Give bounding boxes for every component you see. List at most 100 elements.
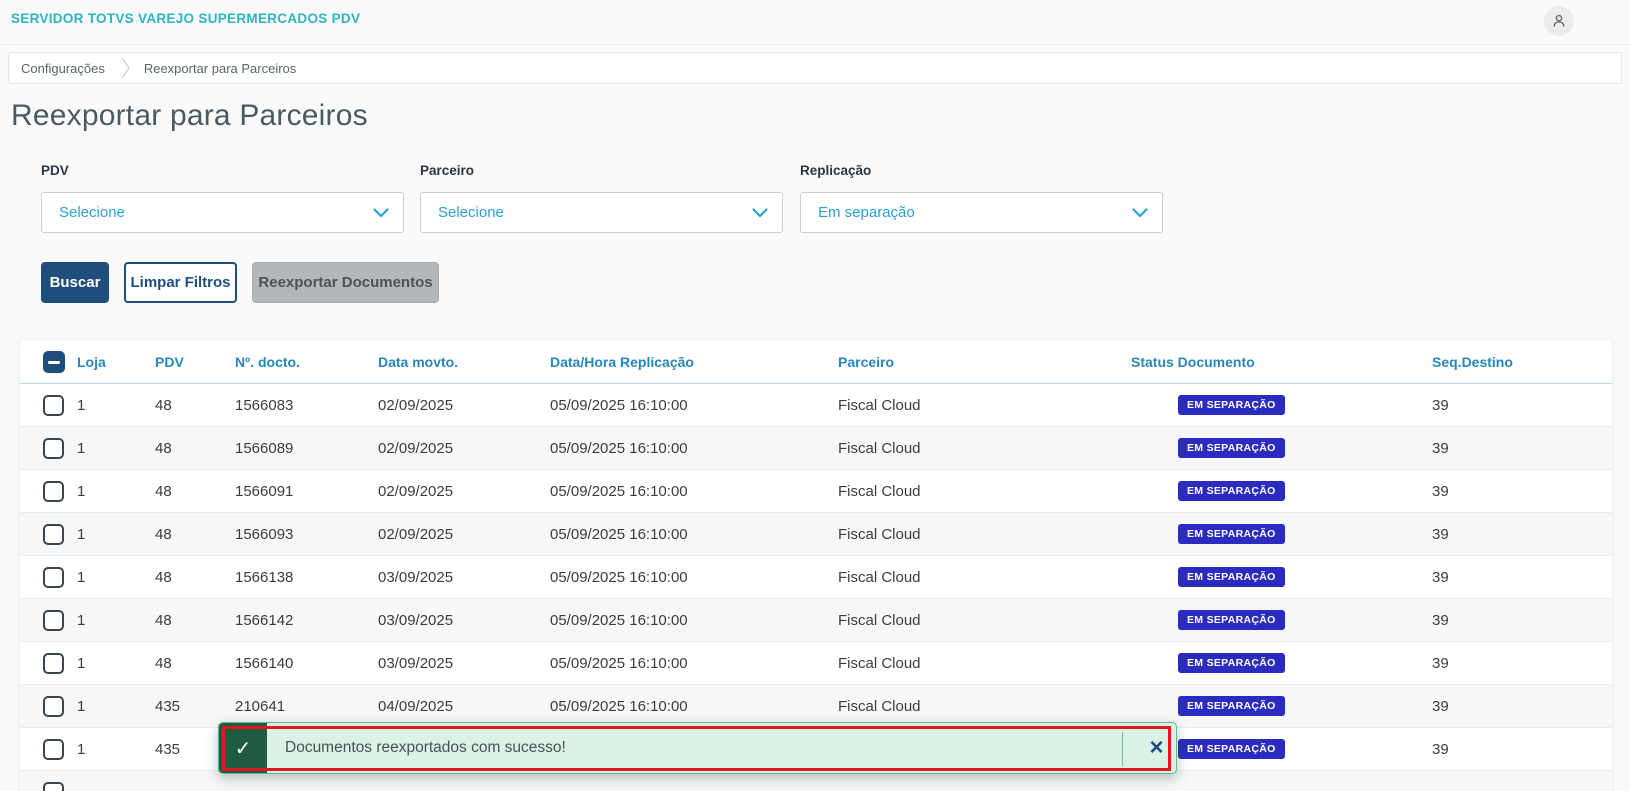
cell-movto: 02/09/2025	[378, 427, 550, 470]
column-header-label: Data movto.	[378, 353, 459, 370]
row-checkbox[interactable]	[43, 652, 64, 674]
cell-parceiro: Fiscal Cloud	[838, 599, 1131, 642]
row-checkbox[interactable]	[43, 566, 64, 588]
breadcrumb-separator-icon	[121, 57, 130, 79]
row-checkbox[interactable]	[43, 738, 64, 760]
column-header[interactable]: Data movto.	[378, 340, 550, 384]
checkbox-cell	[20, 685, 77, 728]
cell-loja: 1	[77, 599, 155, 642]
cell-docto: 1566083	[235, 384, 378, 427]
checkbox-cell	[20, 599, 77, 642]
cell-seq: 39	[1432, 556, 1612, 599]
cell-movto: 03/09/2025	[378, 556, 550, 599]
cell-replicacao: 05/09/2025 16:10:00	[550, 470, 838, 513]
checkbox-cell	[20, 470, 77, 513]
cell-loja: 1	[77, 556, 155, 599]
indeterminate-minus-icon	[48, 360, 60, 364]
select-all-checkbox[interactable]	[43, 350, 65, 373]
checkbox-cell	[20, 556, 77, 599]
cell-status: EM SEPARAÇÃO	[1131, 513, 1432, 556]
replicacao-select[interactable]: Em separação	[800, 192, 1163, 233]
checkbox-cell	[20, 427, 77, 470]
cell-parceiro: Fiscal Cloud	[838, 470, 1131, 513]
user-avatar[interactable]	[1544, 6, 1574, 36]
cell-loja	[77, 771, 155, 791]
parceiro-select[interactable]: Selecione	[420, 192, 783, 233]
reexportar-documentos-button: Reexportar Documentos	[252, 262, 439, 303]
toast-message: Documentos reexportados com sucesso!	[285, 739, 566, 756]
column-header-label: Seq.Destino	[1432, 353, 1513, 370]
row-checkbox[interactable]	[43, 394, 64, 416]
cell-parceiro: Fiscal Cloud	[838, 513, 1131, 556]
column-header[interactable]: Nº. docto.	[235, 340, 378, 384]
toast-close-button[interactable]: ×	[1135, 723, 1178, 773]
cell-parceiro: Fiscal Cloud	[838, 642, 1131, 685]
cell-docto: 1566142	[235, 599, 378, 642]
replicacao-field: Replicação Em separação	[800, 163, 1163, 233]
pdv-select[interactable]: Selecione	[41, 192, 404, 233]
table-row: 1 48 1566083 02/09/2025 05/09/2025 16:10:00 F…	[20, 384, 1612, 427]
cell-loja: 1	[77, 728, 155, 771]
cell-pdv: 48	[155, 513, 235, 556]
cell-replicacao	[550, 771, 838, 791]
status-badge: EM SEPARAÇÃO	[1178, 696, 1285, 716]
app-title: SERVIDOR TOTVS VAREJO SUPERMERCADOS PDV	[11, 11, 361, 26]
pdv-field: PDV Selecione	[41, 163, 404, 233]
person-icon	[1553, 14, 1565, 27]
checkbox-cell	[20, 771, 77, 791]
cell-docto	[235, 771, 378, 791]
column-header[interactable]: Seq.Destino	[1432, 340, 1612, 384]
column-header-label: PDV	[155, 353, 184, 370]
column-header[interactable]: Parceiro	[838, 340, 1131, 384]
table-row: 1 48 1566093 02/09/2025 05/09/2025 16:10:00 F…	[20, 513, 1612, 556]
status-badge: EM SEPARAÇÃO	[1178, 438, 1285, 458]
cell-movto: 03/09/2025	[378, 599, 550, 642]
row-checkbox[interactable]	[43, 437, 64, 459]
column-header-label: Parceiro	[838, 353, 895, 370]
row-checkbox[interactable]	[43, 523, 64, 545]
cell-movto: 02/09/2025	[378, 470, 550, 513]
cell-docto: 1566140	[235, 642, 378, 685]
cell-status: EM SEPARAÇÃO	[1131, 470, 1432, 513]
cell-replicacao: 05/09/2025 16:10:00	[550, 513, 838, 556]
top-bar: SERVIDOR TOTVS VAREJO SUPERMERCADOS PDV	[0, 0, 1630, 45]
cell-replicacao: 05/09/2025 16:10:00	[550, 642, 838, 685]
row-checkbox[interactable]	[43, 480, 64, 502]
cell-movto: 03/09/2025	[378, 642, 550, 685]
cell-loja: 1	[77, 685, 155, 728]
cell-seq: 39	[1432, 513, 1612, 556]
breadcrumb-item-configuracoes[interactable]: Configurações	[21, 61, 105, 76]
buscar-button[interactable]: Buscar	[41, 262, 109, 303]
success-check-icon: ✓	[219, 723, 267, 773]
checkbox-cell	[20, 728, 77, 771]
cell-movto: 02/09/2025	[378, 384, 550, 427]
status-badge: EM SEPARAÇÃO	[1178, 610, 1285, 630]
column-header-label: Loja	[77, 353, 106, 370]
cell-seq	[1432, 771, 1612, 791]
status-badge: EM SEPARAÇÃO	[1178, 524, 1285, 544]
column-header[interactable]: PDV	[155, 340, 235, 384]
cell-movto	[378, 771, 550, 791]
cell-docto: 1566138	[235, 556, 378, 599]
table-row: 1 48 1566091 02/09/2025 05/09/2025 16:10:00 F…	[20, 470, 1612, 513]
column-header[interactable]: Status Documento	[1131, 340, 1432, 384]
limpar-filtros-button[interactable]: Limpar Filtros	[124, 262, 237, 303]
cell-status: EM SEPARAÇÃO	[1131, 427, 1432, 470]
column-header[interactable]: Loja	[77, 340, 155, 384]
row-checkbox[interactable]	[43, 609, 64, 631]
cell-status: EM SEPARAÇÃO	[1131, 384, 1432, 427]
column-header-label: Data/Hora Replicação	[550, 353, 694, 370]
cell-parceiro	[838, 771, 1131, 791]
cell-docto: 1566091	[235, 470, 378, 513]
row-checkbox[interactable]	[43, 695, 64, 717]
status-badge: EM SEPARAÇÃO	[1178, 481, 1285, 501]
table-header-row: Loja PDV Nº. docto. Data movto. Data/Hora Re…	[20, 340, 1612, 384]
cell-seq: 39	[1432, 728, 1612, 771]
column-header[interactable]: Data/Hora Replicação	[550, 340, 838, 384]
cell-pdv: 48	[155, 427, 235, 470]
status-badge: EM SEPARAÇÃO	[1178, 395, 1285, 415]
row-checkbox[interactable]	[43, 781, 64, 791]
table-row: 1 48 1566142 03/09/2025 05/09/2025 16:10:00 F…	[20, 599, 1612, 642]
cell-loja: 1	[77, 642, 155, 685]
cell-replicacao: 05/09/2025 16:10:00	[550, 427, 838, 470]
